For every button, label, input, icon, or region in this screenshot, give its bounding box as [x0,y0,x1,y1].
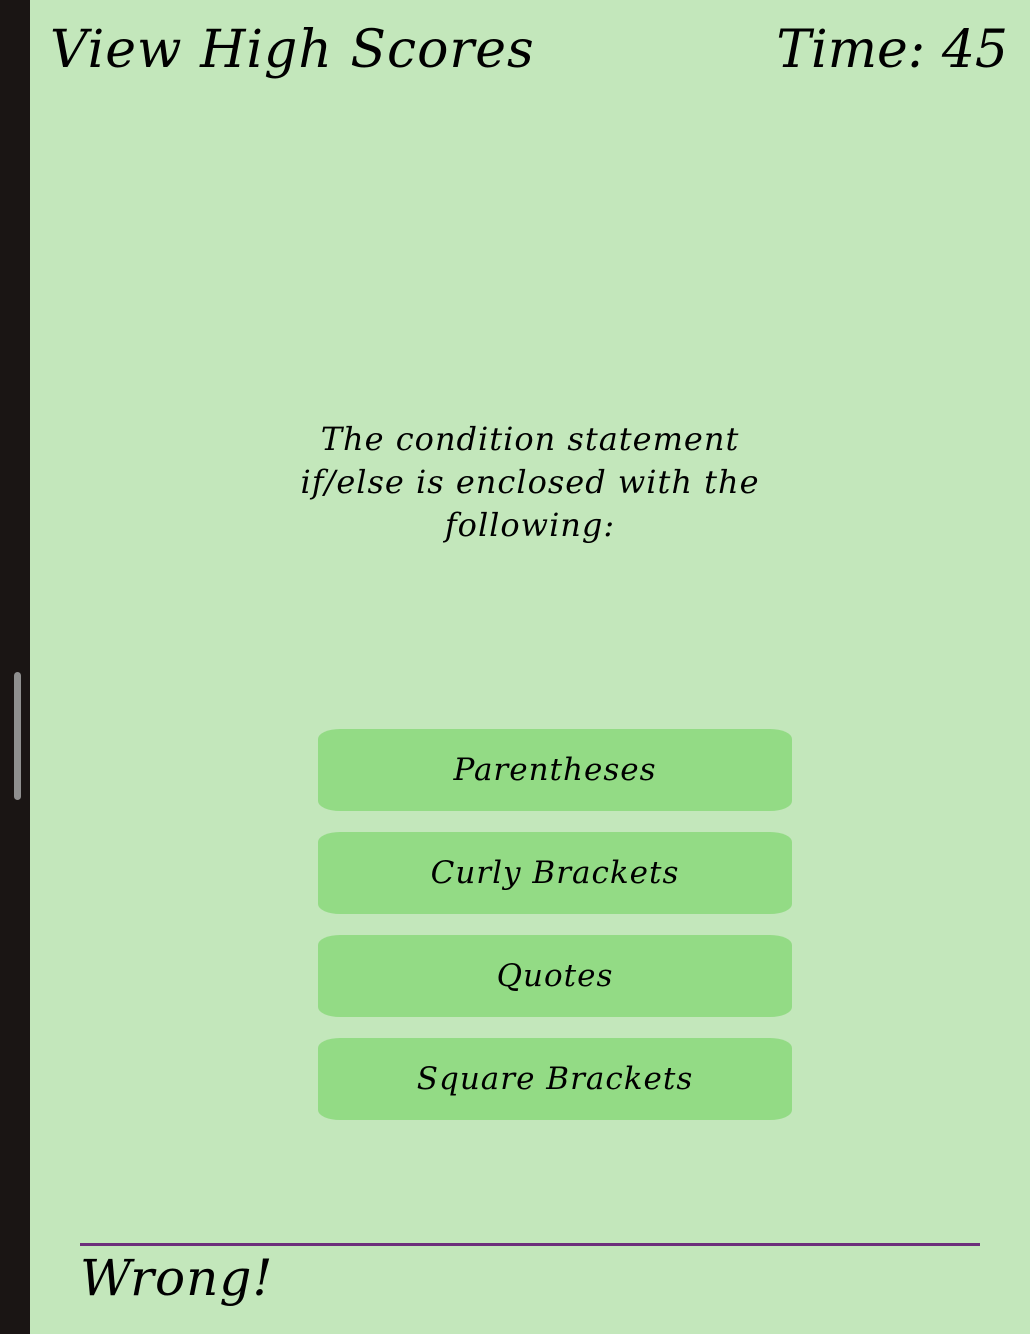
answer-feedback: Wrong! [80,1249,274,1307]
view-high-scores-link[interactable]: View High Scores [50,18,535,82]
question-text: The condition statement if/else is enclo… [300,420,760,544]
choice-button-quotes[interactable]: Quotes [318,935,792,1017]
choice-button-curly-brackets[interactable]: Curly Brackets [318,832,792,914]
quiz-page: View High Scores Time: 45 The condition … [30,0,1030,1334]
scrollbar-thumb[interactable] [14,672,21,800]
timer: Time: 45 [776,20,1008,80]
feedback-divider [80,1243,980,1246]
window-frame-edge [0,0,30,1334]
choice-button-parentheses[interactable]: Parentheses [318,729,792,811]
header: View High Scores Time: 45 [30,0,1030,100]
choice-button-square-brackets[interactable]: Square Brackets [318,1038,792,1120]
answer-choices: Parentheses Curly Brackets Quotes Square… [318,729,792,1141]
